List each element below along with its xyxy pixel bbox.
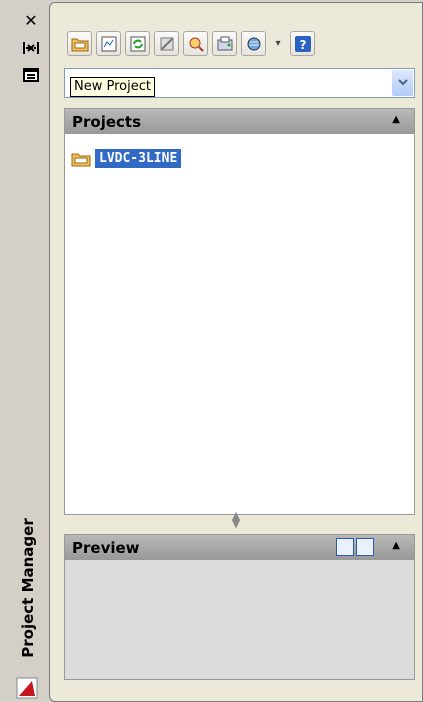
new-drawing-button[interactable]	[96, 31, 121, 56]
tooltip: New Project	[70, 77, 155, 97]
preview-header-label: Preview	[72, 538, 140, 557]
collapse-icon[interactable]: ▲	[392, 114, 400, 125]
autocad-electrical-icon	[16, 677, 38, 699]
drawing-icon	[101, 36, 116, 51]
plot-icon	[217, 36, 232, 50]
palette-titlebar: ✕ Project Manager	[0, 0, 48, 702]
projects-pane: Projects ▲ LVDC-3LINE	[64, 108, 415, 515]
globe-icon	[247, 37, 260, 50]
refresh-button[interactable]	[125, 31, 150, 56]
svg-text:?: ?	[299, 38, 306, 52]
projects-header[interactable]: Projects ▲	[65, 109, 414, 134]
preview-zoom-icon[interactable]	[356, 538, 374, 556]
search-icon	[189, 37, 204, 52]
search-button[interactable]	[183, 31, 208, 56]
plot-button[interactable]	[212, 31, 237, 56]
splitter-handle[interactable]: ▲ ▼	[226, 510, 246, 532]
autohide-icon[interactable]	[20, 38, 42, 58]
preview-view-icon[interactable]	[336, 538, 354, 556]
publish-dropdown[interactable]: ▾	[270, 31, 286, 56]
tools-icon	[160, 37, 173, 50]
projects-header-label: Projects	[72, 112, 142, 131]
publish-button[interactable]	[241, 31, 266, 56]
chevron-down-icon[interactable]	[392, 70, 413, 96]
open-project-button[interactable]	[67, 31, 92, 56]
properties-icon[interactable]	[20, 65, 42, 85]
project-properties-button[interactable]	[154, 31, 179, 56]
preview-header[interactable]: Preview ▲	[65, 535, 414, 560]
preview-collapse-icon[interactable]: ▲	[392, 540, 400, 551]
project-tree-item[interactable]: LVDC-3LINE	[71, 149, 182, 168]
help-button[interactable]: ?	[290, 31, 315, 56]
help-icon: ?	[294, 35, 311, 52]
project-icon	[71, 153, 91, 166]
folder-icon	[71, 38, 88, 51]
preview-pane: Preview ▲	[64, 534, 415, 680]
toolbar: ▾ ?	[67, 31, 315, 57]
close-icon[interactable]: ✕	[20, 10, 42, 30]
palette-title: Project Manager	[19, 517, 37, 658]
refresh-icon	[130, 36, 145, 51]
project-label: LVDC-3LINE	[95, 149, 182, 168]
